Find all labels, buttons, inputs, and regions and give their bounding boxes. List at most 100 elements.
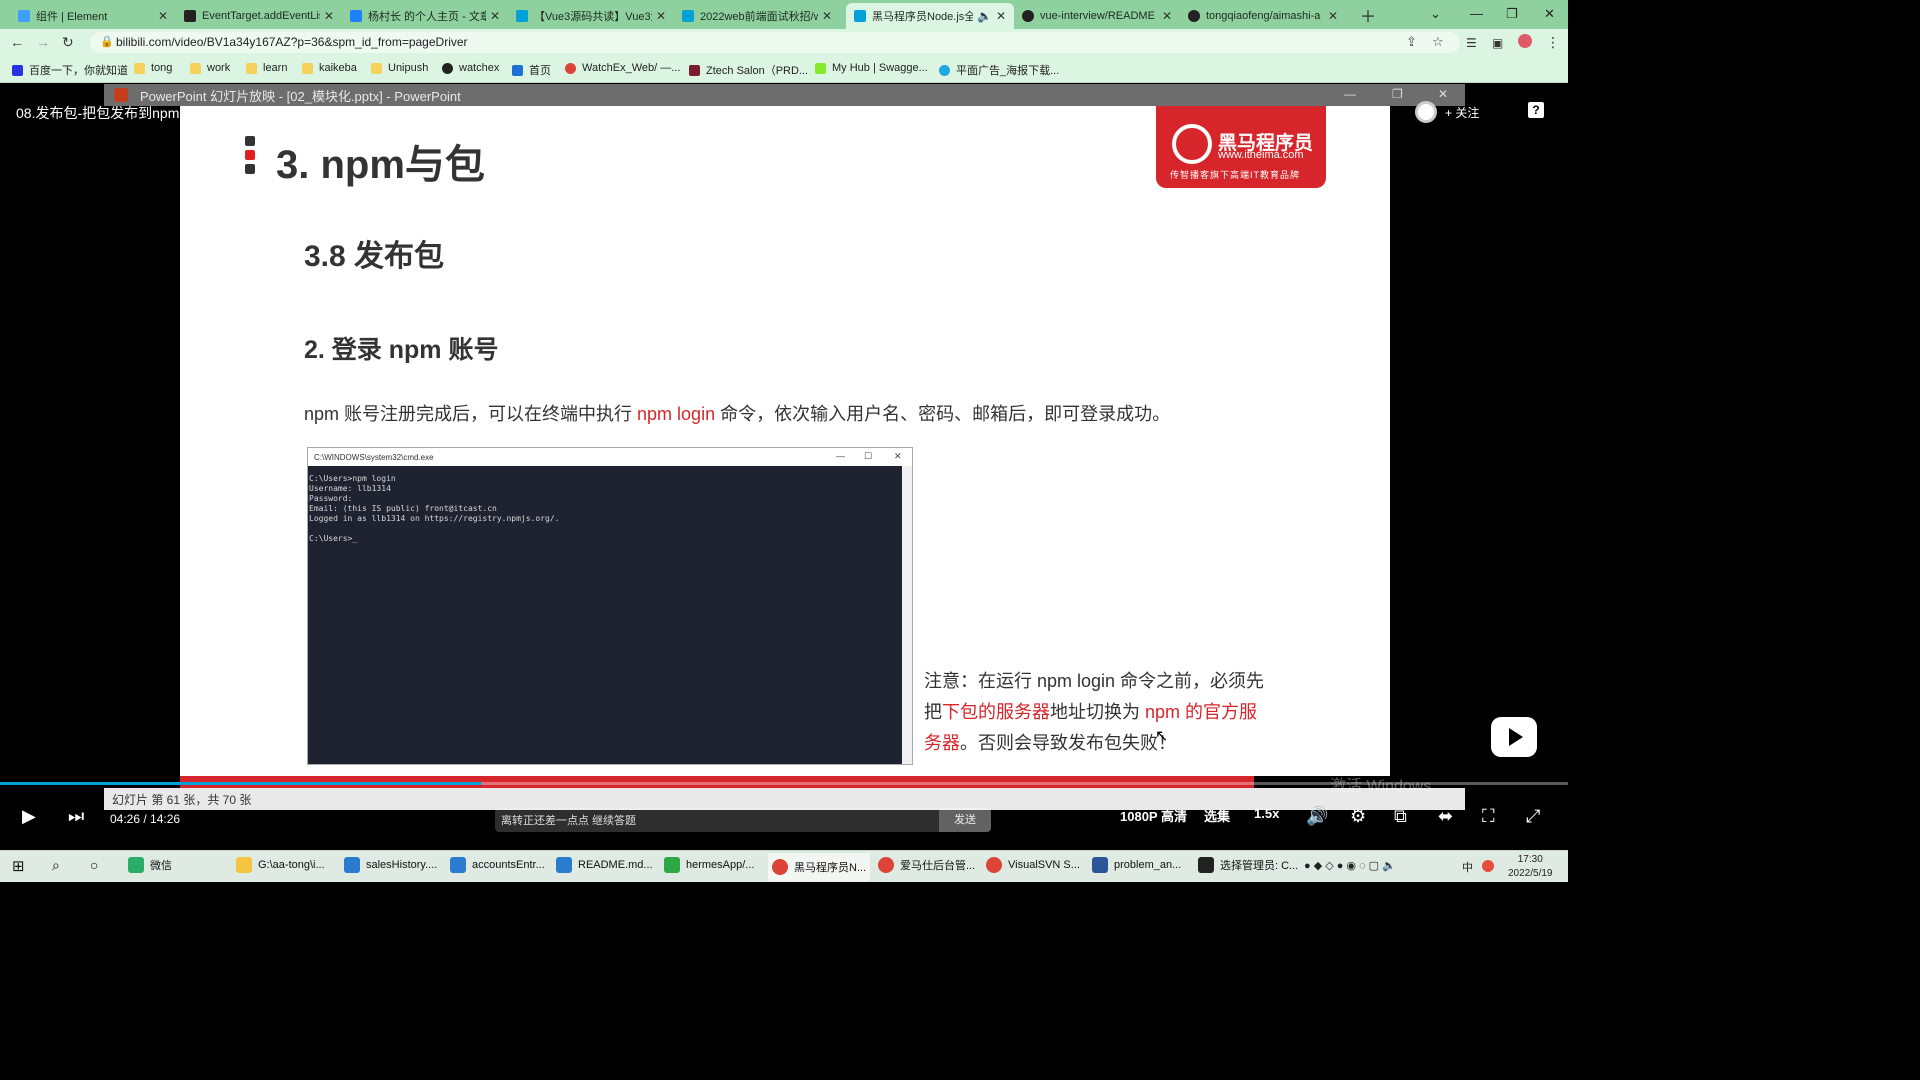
volume-icon[interactable]: 🔊 — [1306, 806, 1328, 827]
taskbar-wechat[interactable]: 微信 — [128, 857, 172, 873]
taskbar-chrome-heima[interactable]: 黑马程序员N... — [768, 853, 871, 881]
folder-icon — [246, 62, 257, 74]
bookmark-watchex[interactable]: watchex — [442, 62, 499, 74]
taskbar-cmd[interactable]: 选择管理员: C... — [1198, 857, 1298, 873]
close-icon[interactable]: ✕ — [822, 9, 832, 23]
widescreen-icon[interactable]: ⬌ — [1438, 806, 1453, 827]
chrome-icon — [986, 857, 1002, 873]
taskbar-vscode-readme[interactable]: README.md... — [556, 857, 653, 873]
tab-vue3-source[interactable]: 【Vue3源码共读】Vue3源 ✕ — [508, 3, 674, 29]
back-icon[interactable]: ← — [10, 34, 24, 50]
menu-icon[interactable]: ⋮ — [1546, 34, 1560, 51]
close-icon[interactable]: ✕ — [1162, 9, 1172, 23]
bookmark-swagger[interactable]: My Hub | Swagge... — [815, 62, 928, 74]
close-icon[interactable]: ✕ — [656, 9, 666, 23]
taskbar-chrome-admin[interactable]: 爱马仕后台管... — [878, 857, 975, 873]
github-icon — [442, 62, 453, 74]
forward-icon[interactable]: → — [36, 34, 50, 50]
vscode-icon — [344, 857, 360, 873]
bookmark-unipush[interactable]: Unipush — [371, 62, 428, 74]
profile-avatar[interactable] — [1518, 34, 1532, 48]
settings-icon[interactable]: ⚙ — [1350, 806, 1366, 827]
omnibox[interactable]: 🔒 bilibili.com/video/BV1a34y167AZ?p=36&s… — [90, 32, 1460, 53]
tab-element[interactable]: 组件 | Element ✕ — [10, 3, 176, 29]
quality-button[interactable]: 1080P 高清 — [1120, 806, 1187, 825]
reading-list-icon[interactable]: ☰ — [1466, 36, 1477, 50]
speed-button[interactable]: 1.5x — [1254, 806, 1279, 821]
send-button[interactable]: 发送 — [939, 808, 991, 832]
tab-juejin[interactable]: 杨村长 的个人主页 - 文章 ✕ — [342, 3, 508, 29]
time-display: 04:26 / 14:26 — [110, 812, 181, 826]
next-icon[interactable]: ⏭ — [68, 806, 84, 827]
speaker-icon[interactable]: 🔈 — [977, 9, 992, 23]
bookmark-ztech[interactable]: Ztech Salon（PRD... — [689, 62, 808, 78]
tray-icons[interactable]: ● ◆ ◇ ● ◉ ◌ ▢ 🔈 — [1304, 859, 1396, 872]
uploader-avatar[interactable] — [1415, 101, 1437, 123]
fullscreen-icon[interactable]: ⤢ — [1526, 806, 1540, 827]
lock-icon[interactable]: 🔒 — [100, 35, 114, 48]
browser-tab-strip: 组件 | Element ✕ EventTarget.addEventLis ✕ 杨… — [0, 0, 1568, 29]
slide-paragraph: npm 账号注册完成后，可以在终端中执行 npm login 命令，依次输入用户… — [304, 404, 1171, 424]
bookmark-work[interactable]: work — [190, 62, 230, 74]
windows-taskbar: ⊞ ⌕ ○ 微信 G:\aa-tong\i... salesHistory...… — [0, 850, 1568, 882]
mouse-cursor-icon: ↖ — [1155, 728, 1169, 745]
close-icon[interactable]: ✕ — [324, 9, 334, 23]
close-icon[interactable]: ✕ — [158, 9, 168, 23]
follow-button[interactable]: + 关注 — [1415, 101, 1479, 123]
taskbar-vscode-saleshistory[interactable]: salesHistory.... — [344, 857, 437, 873]
windows-start-icon[interactable]: ⊞ — [12, 857, 25, 875]
pip-icon[interactable]: ⧉ — [1394, 806, 1407, 827]
bookmark-tong[interactable]: tong — [134, 62, 172, 74]
star-icon[interactable]: ☆ — [1432, 34, 1444, 50]
tab-vue-interview[interactable]: vue-interview/README ✕ — [1014, 3, 1180, 29]
reload-icon[interactable]: ↻ — [62, 34, 74, 51]
bilibili-play-icon[interactable] — [1491, 717, 1537, 757]
cmd-scrollbar — [902, 466, 912, 764]
tab-aimashi[interactable]: tongqiaofeng/aimashi-a ✕ — [1180, 3, 1346, 29]
folder-icon — [190, 62, 201, 74]
ime-indicator[interactable]: 中 — [1462, 859, 1473, 875]
close-icon[interactable]: ✕ — [1328, 9, 1338, 23]
bookmark-watchex-web[interactable]: WatchEx_Web/ —... — [565, 62, 680, 74]
slide: 3. npm与包 黑马程序员 www.itheima.com 传智播客旗下高端I… — [180, 106, 1390, 776]
sogou-icon[interactable] — [1482, 860, 1494, 872]
close-window-icon[interactable]: ✕ — [1544, 6, 1555, 22]
restore-icon: ❐ — [1392, 87, 1403, 101]
powerpoint-icon — [114, 88, 128, 102]
danmaku-input[interactable]: 离转正还差一点点 继续答题 发送 — [495, 808, 991, 832]
tab-interview[interactable]: 2022web前端面试秋招/w ✕ — [674, 3, 840, 29]
juejin-icon — [350, 10, 362, 22]
bookmark-learn[interactable]: learn — [246, 62, 287, 74]
web-fullscreen-icon[interactable]: ⛶ — [1482, 806, 1495, 827]
close-icon[interactable]: ✕ — [996, 9, 1006, 23]
side-panel-icon[interactable]: ▣ — [1492, 36, 1503, 50]
search-icon[interactable]: ⌕ — [52, 857, 60, 874]
tab-heima-node[interactable]: 黑马程序员Node.js全 🔈 ✕ — [846, 3, 1014, 29]
bookmark-baidu[interactable]: 百度一下，你就知道 — [12, 62, 128, 78]
tab-search-icon[interactable]: ⌄ — [1430, 6, 1441, 22]
tab-eventtarget[interactable]: EventTarget.addEventLis ✕ — [176, 3, 342, 29]
restore-icon[interactable]: ❐ — [1506, 6, 1518, 22]
video-title: 08.发布包-把包发布到npm — [16, 105, 180, 121]
minimize-icon[interactable]: — — [1470, 6, 1483, 21]
taskbar-word[interactable]: problem_an... — [1092, 857, 1181, 873]
close-icon[interactable]: ✕ — [490, 9, 500, 23]
url-text[interactable]: bilibili.com/video/BV1a34y167AZ?p=36&spm… — [116, 35, 468, 49]
play-icon[interactable]: ▶ — [22, 806, 36, 827]
taskbar-explorer[interactable]: G:\aa-tong\i... — [236, 857, 325, 873]
help-icon[interactable]: ? — [1528, 102, 1544, 118]
episodes-button[interactable]: 选集 — [1204, 806, 1230, 825]
video-player[interactable]: PowerPoint 幻灯片放映 - [02_模块化.pptx] - Power… — [0, 84, 1568, 850]
taskbar-hbuilder[interactable]: hermesApp/... — [664, 857, 754, 873]
share-icon[interactable]: ⇪ — [1406, 34, 1417, 50]
bookmark-kaikeba[interactable]: kaikeba — [302, 62, 357, 74]
element-icon — [18, 10, 30, 22]
bookmark-poster[interactable]: 平面广告_海报下载... — [939, 62, 1059, 78]
bookmark-home[interactable]: 首页 — [512, 62, 551, 78]
cortana-icon[interactable]: ○ — [90, 857, 98, 873]
taskbar-chrome-svn[interactable]: VisualSVN S... — [986, 857, 1080, 873]
new-tab-icon[interactable]: ＋ — [1360, 3, 1376, 27]
horse-logo-icon — [1172, 124, 1212, 164]
taskbar-vscode-accounts[interactable]: accountsEntr... — [450, 857, 545, 873]
system-clock[interactable]: 17:30 2022/5/19 — [1508, 853, 1553, 881]
